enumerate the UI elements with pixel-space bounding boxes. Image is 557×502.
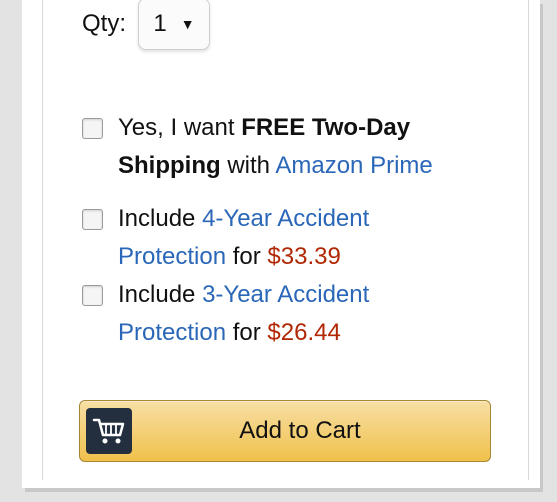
prime-text-connector: with [220,152,276,179]
three-year-protection-option[interactable]: Include 3-Year Accident Protection for $… [82,276,482,352]
three-year-text-lead: Include [118,281,203,308]
add-to-cart-button[interactable]: Add to Cart [79,400,491,462]
buy-box-panel: Qty: 1 ▼ Yes, I want FREE Two-Day Shippi… [22,0,540,488]
left-divider [42,0,43,480]
three-year-protection-checkbox[interactable] [82,285,103,306]
cart-icon-graphic [92,418,125,444]
add-to-cart-label: Add to Cart [239,417,361,444]
four-year-protection-option[interactable]: Include 4-Year Accident Protection for $… [82,200,482,276]
quantity-select[interactable]: 1 ▼ [138,0,211,50]
quantity-row: Qty: 1 ▼ [82,0,211,54]
four-year-protection-text: Include 4-Year Accident Protection for $… [118,200,482,276]
four-year-price: $33.39 [267,243,341,270]
three-year-text-connector: for [226,319,268,346]
right-divider [528,0,529,480]
three-year-price: $26.44 [267,319,341,346]
four-year-text-lead: Include [118,205,203,232]
cart-icon [86,408,132,454]
prime-shipping-text: Yes, I want FREE Two-Day Shipping with A… [118,109,482,185]
page-frame: Qty: 1 ▼ Yes, I want FREE Two-Day Shippi… [0,0,557,502]
prime-text-lead: Yes, I want [118,114,242,141]
dropdown-arrow-icon: ▼ [180,16,195,32]
three-year-protection-text: Include 3-Year Accident Protection for $… [118,276,482,352]
quantity-label: Qty: [82,10,127,37]
four-year-protection-checkbox[interactable] [82,209,103,230]
prime-shipping-checkbox[interactable] [82,118,103,139]
prime-shipping-option[interactable]: Yes, I want FREE Two-Day Shipping with A… [82,109,482,185]
amazon-prime-link[interactable]: Amazon Prime [275,152,432,179]
four-year-text-connector: for [226,243,268,270]
quantity-value: 1 [153,10,167,37]
